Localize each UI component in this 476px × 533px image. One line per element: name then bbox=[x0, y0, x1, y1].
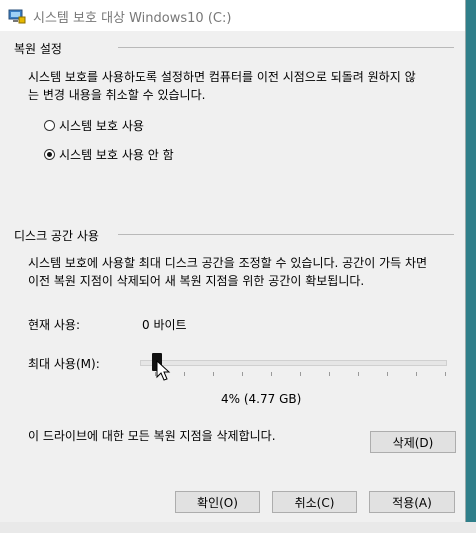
max-usage-value: 4% (4.77 GB) bbox=[221, 392, 302, 406]
system-protection-dialog: 시스템 보호 대상 Windows10 (C:) 복원 설정 시스템 보호를 사… bbox=[0, 0, 466, 533]
disk-description-line1: 시스템 보호에 사용할 최대 디스크 공간을 조정할 수 있습니다. 공간이 가… bbox=[28, 256, 428, 270]
disk-usage-description: 시스템 보호에 사용할 최대 디스크 공간을 조정할 수 있습니다. 공간이 가… bbox=[28, 254, 462, 290]
slider-tick bbox=[213, 372, 214, 376]
restore-description-line1: 시스템 보호를 사용하도록 설정하면 컴퓨터를 이전 시점으로 되돌려 원하지 … bbox=[28, 70, 416, 84]
slider-tick bbox=[300, 372, 301, 376]
disk-usage-title: 디스크 공간 사용 bbox=[14, 229, 99, 243]
slider-tick bbox=[184, 372, 185, 376]
delete-button[interactable]: 삭제(D) bbox=[370, 431, 456, 453]
slider-tick bbox=[358, 372, 359, 376]
slider-tick bbox=[329, 372, 330, 376]
max-usage-slider-track[interactable] bbox=[140, 360, 447, 366]
current-usage-value: 0 바이트 bbox=[142, 318, 187, 332]
radio-enable-circle[interactable] bbox=[44, 120, 55, 131]
max-usage-slider-ticks bbox=[155, 372, 446, 376]
window-title: 시스템 보호 대상 Windows10 (C:) bbox=[33, 11, 232, 26]
mouse-cursor-icon bbox=[156, 360, 171, 381]
slider-tick bbox=[445, 372, 446, 376]
radio-disable-label: 시스템 보호 사용 안 함 bbox=[59, 148, 174, 162]
system-protection-icon bbox=[8, 9, 26, 24]
cancel-button[interactable]: 취소(C) bbox=[272, 491, 357, 513]
radio-disable-circle[interactable] bbox=[44, 149, 55, 160]
radio-disable-protection[interactable]: 시스템 보호 사용 안 함 bbox=[44, 146, 174, 163]
slider-tick bbox=[387, 372, 388, 376]
current-usage-label: 현재 사용: bbox=[28, 318, 81, 332]
radio-enable-label: 시스템 보호 사용 bbox=[59, 119, 144, 133]
delete-restore-points-text: 이 드라이브에 대한 모든 복원 지점을 삭제합니다. bbox=[28, 429, 276, 443]
title-bar[interactable]: 시스템 보호 대상 Windows10 (C:) bbox=[0, 0, 465, 31]
max-usage-label: 최대 사용(M): bbox=[28, 357, 100, 371]
taskbar-strip bbox=[0, 522, 476, 533]
slider-tick bbox=[271, 372, 272, 376]
disk-usage-divider bbox=[118, 234, 454, 235]
apply-button[interactable]: 적용(A) bbox=[369, 491, 455, 513]
radio-enable-protection[interactable]: 시스템 보호 사용 bbox=[44, 117, 144, 134]
slider-tick bbox=[416, 372, 417, 376]
restore-settings-title: 복원 설정 bbox=[14, 42, 62, 56]
restore-description-line2: 는 변경 내용을 취소할 수 있습니다. bbox=[28, 88, 206, 102]
restore-settings-description: 시스템 보호를 사용하도록 설정하면 컴퓨터를 이전 시점으로 되돌려 원하지 … bbox=[28, 68, 458, 104]
restore-settings-divider bbox=[118, 47, 454, 48]
ok-button[interactable]: 확인(O) bbox=[175, 491, 260, 513]
disk-description-line2: 이전 복원 지점이 삭제되어 새 복원 지점을 위한 공간이 확보됩니다. bbox=[28, 274, 365, 288]
slider-tick bbox=[242, 372, 243, 376]
